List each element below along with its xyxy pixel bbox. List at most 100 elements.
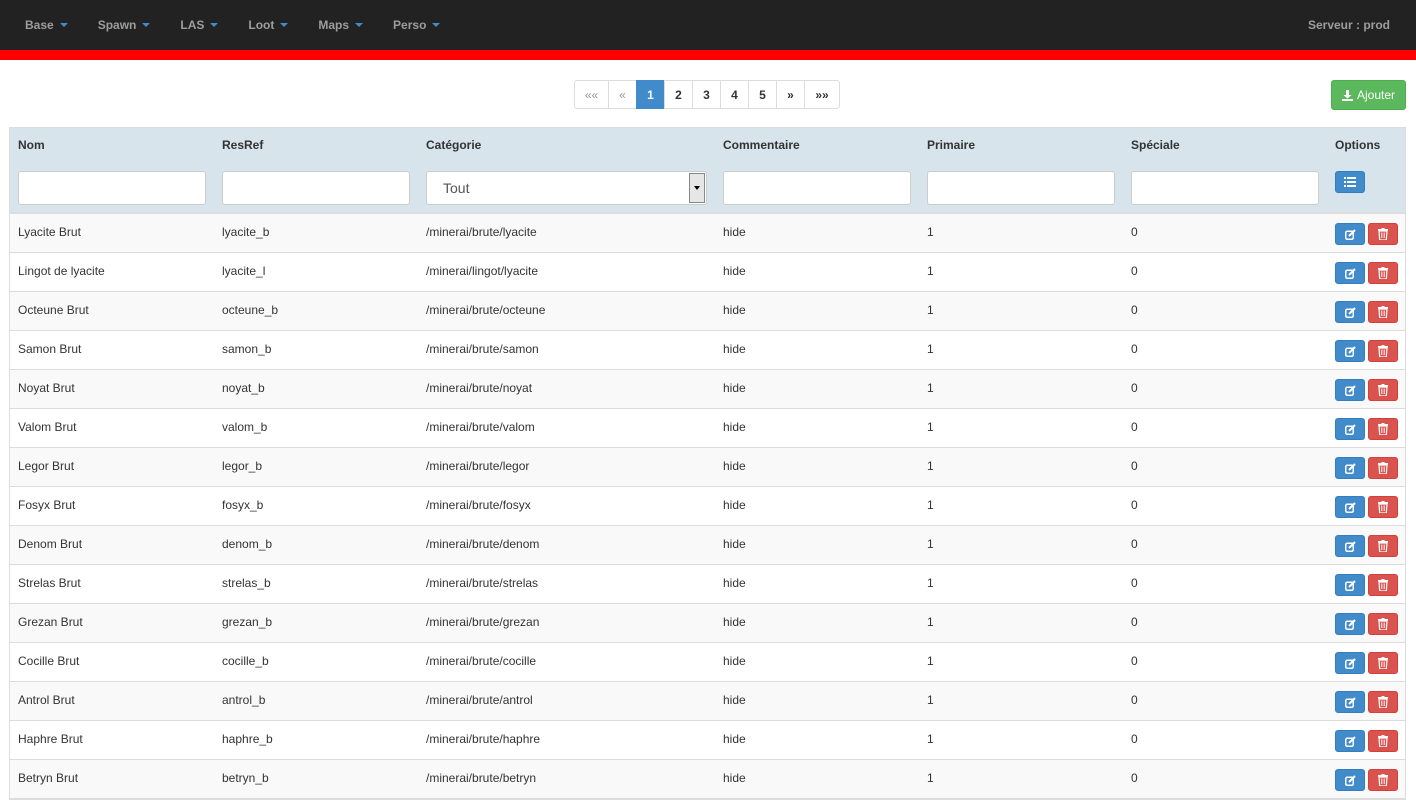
primaire-cell: 1 [927, 342, 934, 356]
delete-button[interactable] [1368, 418, 1398, 440]
categorie-cell: /minerai/brute/antrol [426, 693, 533, 707]
commentaire-cell: hide [723, 615, 746, 629]
column-header-resref[interactable]: ResRef [222, 128, 263, 163]
delete-button[interactable] [1368, 535, 1398, 557]
categorie-cell: /minerai/lingot/lyacite [426, 264, 539, 278]
trash-icon [1378, 735, 1388, 747]
nom-cell: Lyacite Brut [18, 225, 81, 239]
delete-button[interactable] [1368, 340, 1398, 362]
trash-icon [1378, 345, 1388, 357]
trash-icon [1378, 696, 1388, 708]
nav-item-loot[interactable]: Loot [248, 18, 289, 32]
resref-cell: strelas_b [222, 576, 271, 590]
primaire-cell: 1 [927, 576, 934, 590]
edit-button[interactable] [1335, 730, 1365, 752]
commentaire-cell: hide [723, 693, 746, 707]
nom-cell: Betryn Brut [18, 771, 79, 785]
edit-button[interactable] [1335, 535, 1365, 557]
resref-filter-input[interactable] [222, 171, 410, 205]
commentaire-cell: hide [723, 654, 746, 668]
delete-button[interactable] [1368, 652, 1398, 674]
page-prev-button[interactable]: « [608, 80, 637, 109]
speciale-cell: 0 [1131, 615, 1138, 629]
trash-icon [1378, 774, 1388, 786]
primaire-filter-input[interactable] [927, 171, 1115, 205]
categorie-selected-value: Tout [443, 180, 470, 196]
commentaire-cell: hide [723, 771, 746, 785]
delete-button[interactable] [1368, 769, 1398, 791]
delete-button[interactable] [1368, 379, 1398, 401]
delete-button[interactable] [1368, 457, 1398, 479]
edit-button[interactable] [1335, 223, 1365, 245]
chevron-down-icon[interactable] [689, 173, 705, 203]
page-3-button[interactable]: 3 [692, 80, 721, 109]
commentaire-cell: hide [723, 420, 746, 434]
column-header-speciale[interactable]: Spéciale [1131, 128, 1180, 163]
edit-button[interactable] [1335, 769, 1365, 791]
trash-icon [1378, 501, 1388, 513]
delete-button[interactable] [1368, 691, 1398, 713]
delete-button[interactable] [1368, 262, 1398, 284]
table-row: Haphre Brut haphre_b/minerai/brute/haphre… [10, 721, 1405, 760]
table-row: Legor Brut legor_b/minerai/brute/legor hid… [10, 448, 1405, 487]
commentaire-cell: hide [723, 537, 746, 551]
page-1-button[interactable]: 1 [636, 80, 665, 109]
accent-bar [0, 50, 1416, 60]
page-2-button[interactable]: 2 [664, 80, 693, 109]
server-label: Serveur : prod [1307, 18, 1390, 32]
column-header-primaire[interactable]: Primaire [927, 128, 975, 163]
caret-down-icon [280, 23, 289, 27]
nav-item-label: Maps [318, 18, 350, 32]
edit-button[interactable] [1335, 340, 1365, 362]
primaire-cell: 1 [927, 420, 934, 434]
primaire-cell: 1 [927, 303, 934, 317]
nav-item-base[interactable]: Base [25, 18, 68, 32]
page-next-button[interactable]: » [776, 80, 805, 109]
nav-item-las[interactable]: LAS [180, 18, 219, 32]
delete-button[interactable] [1368, 496, 1398, 518]
pagination: «« « 1 2 3 4 5 » »» [574, 80, 840, 109]
list-button[interactable] [1335, 171, 1365, 193]
edit-button[interactable] [1335, 301, 1365, 323]
page-last-button[interactable]: »» [804, 80, 840, 109]
edit-button[interactable] [1335, 418, 1365, 440]
column-header-commentaire[interactable]: Commentaire [723, 128, 800, 163]
nav-item-spawn[interactable]: Spawn [98, 18, 151, 32]
nav-item-perso[interactable]: Perso [393, 18, 441, 32]
add-button[interactable]: Ajouter [1331, 80, 1406, 110]
page-5-button[interactable]: 5 [748, 80, 777, 109]
resref-cell: haphre_b [222, 732, 273, 746]
edit-icon [1344, 774, 1356, 786]
delete-button[interactable] [1368, 301, 1398, 323]
nav-item-label: Perso [393, 18, 427, 32]
primaire-cell: 1 [927, 498, 934, 512]
column-header-categorie[interactable]: Catégorie [426, 128, 481, 163]
commentaire-cell: hide [723, 342, 746, 356]
delete-button[interactable] [1368, 730, 1398, 752]
edit-button[interactable] [1335, 496, 1365, 518]
edit-button[interactable] [1335, 652, 1365, 674]
nom-filter-input[interactable] [18, 171, 206, 205]
nom-cell: Denom Brut [18, 537, 83, 551]
edit-button[interactable] [1335, 379, 1365, 401]
nav-item-maps[interactable]: Maps [318, 18, 364, 32]
page-4-button[interactable]: 4 [720, 80, 749, 109]
resource-table: Nom ResRef Catégorie Commentaire Primair… [9, 127, 1406, 800]
categorie-cell: /minerai/brute/haphre [426, 732, 541, 746]
edit-button[interactable] [1335, 574, 1365, 596]
page-first-button[interactable]: «« [574, 80, 609, 109]
commentaire-filter-input[interactable] [723, 171, 911, 205]
column-header-nom[interactable]: Nom [18, 128, 45, 163]
edit-button[interactable] [1335, 262, 1365, 284]
categorie-filter-select[interactable]: Tout [426, 171, 707, 205]
delete-button[interactable] [1368, 223, 1398, 245]
delete-button[interactable] [1368, 574, 1398, 596]
categorie-cell: /minerai/brute/octeune [426, 303, 546, 317]
nav-menu: Base Spawn LAS Loot Maps Perso [25, 0, 470, 50]
edit-button[interactable] [1335, 613, 1365, 635]
delete-button[interactable] [1368, 613, 1398, 635]
edit-button[interactable] [1335, 691, 1365, 713]
speciale-cell: 0 [1131, 459, 1138, 473]
speciale-filter-input[interactable] [1131, 171, 1319, 205]
edit-button[interactable] [1335, 457, 1365, 479]
